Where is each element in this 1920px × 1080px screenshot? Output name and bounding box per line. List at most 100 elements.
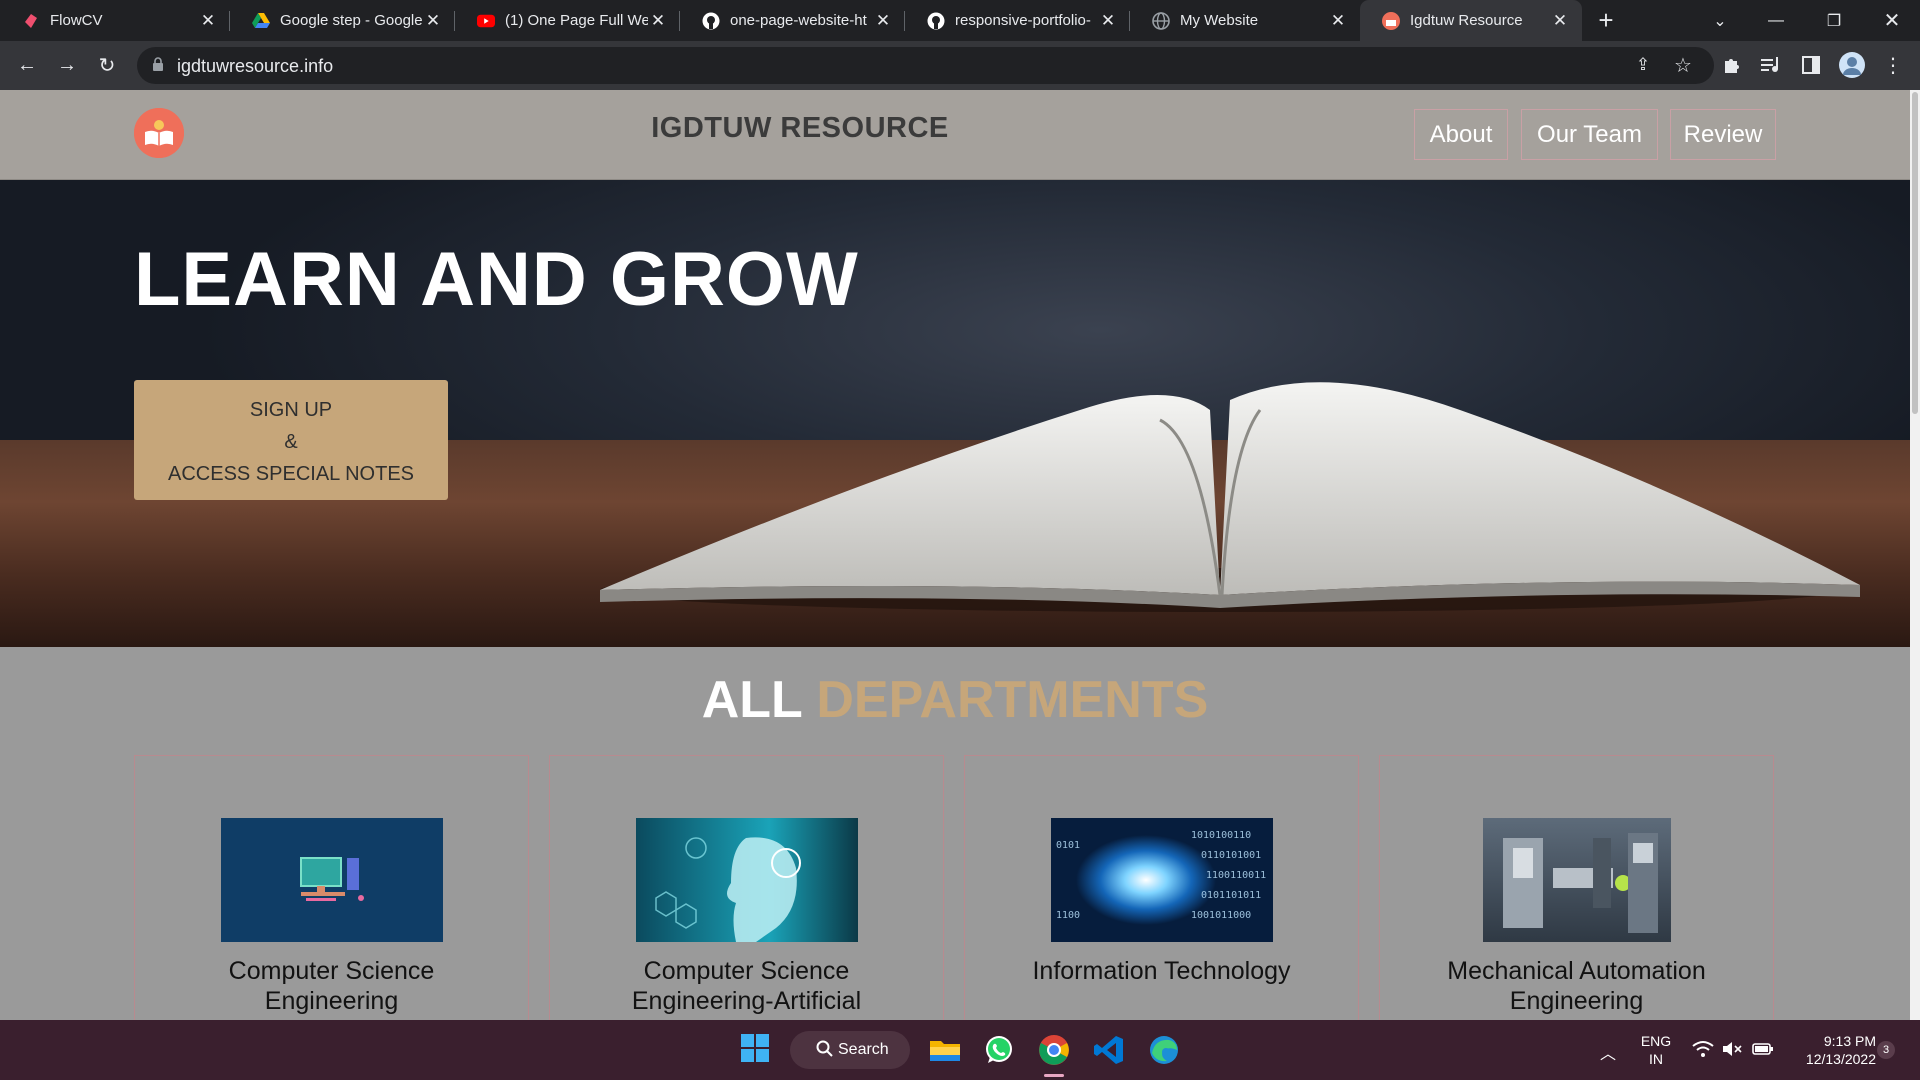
lock-icon: [152, 57, 164, 71]
profile-avatar[interactable]: [1836, 49, 1868, 81]
tab-youtube[interactable]: (1) One Page Full Wel ✕: [455, 0, 680, 41]
more-menu-icon[interactable]: ⋮: [1877, 49, 1909, 81]
department-label: Computer Science Engineering-Artificial: [550, 956, 943, 1016]
notification-count-badge[interactable]: 3: [1877, 1041, 1895, 1059]
close-tab-icon[interactable]: ✕: [1328, 11, 1348, 31]
department-label-line: Computer Science: [228, 957, 435, 985]
page-scrollbar[interactable]: [1910, 90, 1920, 1020]
browser-toolbar: ← → ↻ igdtuwresource.info ⇪ ☆ ⋮: [0, 41, 1920, 90]
close-tab-icon[interactable]: ✕: [648, 11, 668, 31]
clock-time: 9:13 PM: [1823, 1033, 1876, 1049]
battery-icon[interactable]: [1752, 1041, 1774, 1062]
language-region-line: IN: [1649, 1051, 1663, 1067]
google-drive-icon: [252, 12, 270, 30]
search-icon: [816, 1040, 834, 1063]
close-tab-icon[interactable]: ✕: [423, 11, 443, 31]
ai-robot-head-image: [636, 818, 858, 942]
tab-search-chevron-icon[interactable]: ⌄: [1692, 0, 1748, 41]
volume-muted-icon[interactable]: [1722, 1041, 1742, 1062]
windows-start-icon[interactable]: [740, 1033, 774, 1067]
site-title: IGDTUW RESOURCE: [651, 112, 949, 144]
address-bar[interactable]: igdtuwresource.info: [137, 47, 1714, 84]
extensions-puzzle-icon[interactable]: [1715, 49, 1747, 81]
close-tab-icon[interactable]: ✕: [873, 11, 893, 31]
tab-my-website[interactable]: My Website ✕: [1130, 0, 1360, 41]
github-icon: [927, 12, 945, 30]
department-card-it[interactable]: 1010100110 0110101001 1100110011 0101101…: [964, 755, 1359, 1020]
tab-title: My Website: [1180, 12, 1259, 29]
whatsapp-icon[interactable]: [982, 1033, 1016, 1067]
svg-text:1001011000: 1001011000: [1191, 910, 1251, 921]
scrollbar-thumb[interactable]: [1912, 92, 1918, 414]
department-label-line: Computer Science: [643, 957, 850, 985]
share-icon[interactable]: ⇪: [1627, 49, 1659, 81]
signup-notes-button[interactable]: SIGN UP & ACCESS SPECIAL NOTES: [134, 380, 448, 500]
hero-banner: LEARN AND GROW SIGN UP & ACCESS SPECIAL …: [0, 180, 1910, 647]
tab-igdtuw-resource[interactable]: Igdtuw Resource ✕: [1360, 0, 1582, 41]
department-label-line: Engineering: [1509, 987, 1644, 1015]
svg-text:1100110011: 1100110011: [1206, 870, 1266, 881]
binary-data-tunnel-image: 1010100110 0110101001 1100110011 0101101…: [1051, 818, 1273, 942]
site-logo-icon: [1382, 11, 1400, 30]
department-label-line: Information Technology: [1032, 957, 1291, 985]
web-page: IGDTUW RESOURCE About Our Team Review LE…: [0, 90, 1910, 1020]
edge-icon[interactable]: [1147, 1033, 1181, 1067]
cta-line-notes: ACCESS SPECIAL NOTES: [168, 463, 414, 485]
svg-text:0101: 0101: [1056, 840, 1080, 851]
show-hidden-icons-chevron[interactable]: ︿: [1600, 1040, 1616, 1064]
departments-heading-all: ALL: [701, 671, 802, 729]
department-label-line: Engineering: [264, 987, 399, 1015]
taskbar-search-label: Search: [838, 1041, 889, 1058]
new-tab-button[interactable]: +: [1584, 0, 1628, 41]
close-tab-icon[interactable]: ✕: [1550, 11, 1570, 31]
tab-title: responsive-portfolio-: [955, 12, 1091, 29]
forward-arrow-icon[interactable]: →: [51, 49, 83, 81]
open-book-image: [600, 382, 1860, 612]
svg-text:0110101001: 0110101001: [1201, 850, 1261, 861]
side-panel-icon[interactable]: [1795, 49, 1827, 81]
department-label: Mechanical Automation Engineering: [1380, 956, 1773, 1016]
nav-review-button[interactable]: Review: [1670, 109, 1776, 160]
nav-about-button[interactable]: About: [1414, 109, 1508, 160]
tab-title: one-page-website-ht: [730, 12, 867, 29]
svg-text:0101101011: 0101101011: [1201, 890, 1261, 901]
wifi-icon[interactable]: [1692, 1040, 1714, 1063]
tab-flowcv[interactable]: FlowCV ✕: [0, 0, 230, 41]
youtube-icon: [477, 12, 495, 30]
tab-google-drive[interactable]: Google step - Google ✕: [230, 0, 455, 41]
github-icon: [702, 12, 720, 30]
nav-our-team-button[interactable]: Our Team: [1521, 109, 1658, 160]
file-explorer-icon[interactable]: [928, 1033, 962, 1067]
active-app-indicator: [1044, 1074, 1064, 1077]
tab-github-one-page[interactable]: one-page-website-ht ✕: [680, 0, 905, 41]
windows-taskbar: Search ︿ ENG IN 9:13 PM 12/13/2022 3: [0, 1020, 1920, 1080]
browser-tab-strip: FlowCV ✕ Google step - Google ✕ (1) One …: [0, 0, 1920, 41]
department-card-cse-ai[interactable]: Computer Science Engineering-Artificial: [549, 755, 944, 1020]
close-window-button[interactable]: ✕: [1864, 0, 1920, 41]
department-label-line: Mechanical Automation: [1447, 957, 1706, 985]
svg-text:1100: 1100: [1056, 910, 1080, 921]
bookmark-star-icon[interactable]: ☆: [1667, 49, 1699, 81]
language-indicator[interactable]: ENG IN: [1636, 1032, 1676, 1068]
vscode-icon[interactable]: [1092, 1033, 1126, 1067]
minimize-button[interactable]: —: [1748, 0, 1804, 41]
hero-title: LEARN AND GROW: [134, 237, 859, 322]
language-line: ENG: [1640, 1033, 1672, 1049]
taskbar-search-button[interactable]: Search: [790, 1031, 910, 1069]
globe-icon: [1152, 11, 1170, 30]
department-card-mae[interactable]: Mechanical Automation Engineering: [1379, 755, 1774, 1020]
tab-title: FlowCV: [50, 12, 103, 29]
svg-text:1010100110: 1010100110: [1191, 830, 1251, 841]
department-label: Computer Science Engineering: [135, 956, 528, 1016]
tab-title: Google step - Google: [280, 12, 423, 29]
reload-icon[interactable]: ↻: [91, 49, 123, 81]
clock[interactable]: 9:13 PM 12/13/2022: [1786, 1032, 1876, 1068]
restore-button[interactable]: ❐: [1806, 0, 1862, 41]
chrome-icon[interactable]: [1037, 1033, 1071, 1067]
back-arrow-icon[interactable]: ←: [11, 49, 43, 81]
tab-github-portfolio[interactable]: responsive-portfolio- ✕: [905, 0, 1130, 41]
department-card-cse[interactable]: Computer Science Engineering: [134, 755, 529, 1020]
close-tab-icon[interactable]: ✕: [198, 11, 218, 31]
close-tab-icon[interactable]: ✕: [1098, 11, 1118, 31]
media-queue-icon[interactable]: [1755, 49, 1787, 81]
